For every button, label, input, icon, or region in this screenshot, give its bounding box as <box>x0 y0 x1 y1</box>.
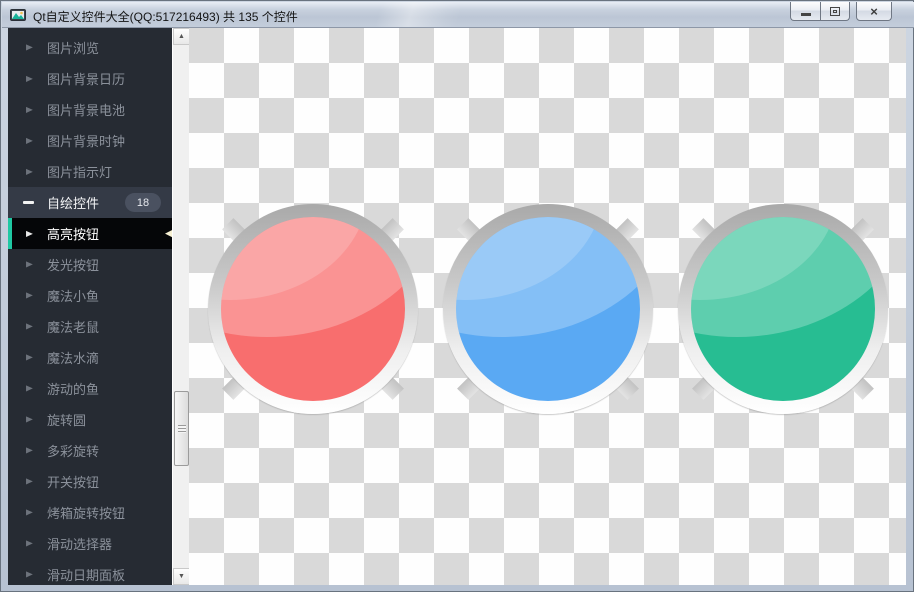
button-face <box>221 217 405 401</box>
chevron-right-icon: ▶ <box>26 445 33 455</box>
sidebar-item-picture-clock[interactable]: ▶ 图片背景时钟 <box>8 125 172 156</box>
chevron-right-icon: ▶ <box>26 321 33 331</box>
sidebar-item-label: 旋转圆 <box>47 413 87 428</box>
sidebar-item-slide-date-panel[interactable]: ▶ 滑动日期面板 <box>8 559 172 585</box>
canvas-area <box>189 28 906 585</box>
sidebar-item-magic-fish[interactable]: ▶ 魔法小鱼 <box>8 280 172 311</box>
gloss-highlight <box>221 217 405 337</box>
sidebar-item-highlight-button[interactable]: ▶ 高亮按钮 ◀ <box>8 218 172 249</box>
selected-accent-bar <box>8 218 12 249</box>
gloss-highlight <box>691 217 875 337</box>
collapse-minus-icon <box>23 201 34 204</box>
gloss-highlight <box>456 217 640 337</box>
sidebar-group-custom-widgets[interactable]: 自绘控件 18 <box>8 187 172 218</box>
chevron-right-icon: ▶ <box>26 352 33 362</box>
sidebar-item-label: 魔法小鱼 <box>47 289 100 304</box>
sidebar-item-slide-selector[interactable]: ▶ 滑动选择器 <box>8 528 172 559</box>
sidebar-item-picture-browse[interactable]: ▶ 图片浏览 <box>8 32 172 63</box>
sidebar-item-label: 图片浏览 <box>47 41 100 56</box>
chevron-right-icon: ▶ <box>26 569 33 579</box>
sidebar-item-label: 图片背景电池 <box>47 103 126 118</box>
sidebar-item-label: 多彩旋转 <box>47 444 100 459</box>
chevron-right-icon: ▶ <box>26 290 33 300</box>
sidebar-tree: ▶ 图片浏览 ▶ 图片背景日历 ▶ 图片背景电池 ▶ 图片背景时钟 ▶ 图片指示… <box>8 28 172 585</box>
chevron-right-icon: ▶ <box>26 42 33 52</box>
chevron-right-icon: ▶ <box>26 414 33 424</box>
chevron-right-icon: ▶ <box>26 259 33 269</box>
sidebar-item-label: 魔法水滴 <box>47 351 100 366</box>
button-face <box>456 217 640 401</box>
sidebar-item-swimming-fish[interactable]: ▶ 游动的鱼 <box>8 373 172 404</box>
scrollbar-grip-icon <box>178 425 186 433</box>
sidebar-item-label: 滑动日期面板 <box>47 568 126 583</box>
maximize-button[interactable] <box>820 2 850 21</box>
minimize-button[interactable] <box>790 2 820 21</box>
title-bar[interactable]: Qt自定义控件大全(QQ:517216493) 共 135 个控件 × <box>2 2 914 28</box>
sidebar-item-label: 游动的鱼 <box>47 382 100 397</box>
app-icon <box>10 9 26 21</box>
maximize-icon <box>830 6 840 16</box>
sidebar-item-label: 图片指示灯 <box>47 165 113 180</box>
close-button[interactable]: × <box>856 2 892 21</box>
sidebar-item-label: 烤箱旋转按钮 <box>47 506 126 521</box>
highlight-button-blue[interactable] <box>443 204 653 414</box>
chevron-right-icon: ▶ <box>26 104 33 114</box>
sidebar-item-picture-battery[interactable]: ▶ 图片背景电池 <box>8 94 172 125</box>
highlight-button-green[interactable] <box>678 204 888 414</box>
app-window: Qt自定义控件大全(QQ:517216493) 共 135 个控件 × ▶ 图片… <box>0 0 914 592</box>
chevron-right-icon: ▶ <box>26 538 33 548</box>
sidebar-item-label: 图片背景日历 <box>47 72 126 87</box>
sidebar-item-colorful-rotation[interactable]: ▶ 多彩旋转 <box>8 435 172 466</box>
sidebar-item-label: 魔法老鼠 <box>47 320 100 335</box>
sidebar-item-picture-calendar[interactable]: ▶ 图片背景日历 <box>8 63 172 94</box>
sidebar-item-picture-indicator[interactable]: ▶ 图片指示灯 <box>8 156 172 187</box>
chevron-right-icon: ▶ <box>26 135 33 145</box>
scrollbar-thumb[interactable] <box>174 391 189 466</box>
sidebar-group-label: 自绘控件 <box>47 196 100 211</box>
highlight-button-red[interactable] <box>208 204 418 414</box>
button-face <box>691 217 875 401</box>
chevron-right-icon: ▶ <box>26 476 33 486</box>
chevron-right-icon: ▶ <box>26 507 33 517</box>
sidebar-item-label: 高亮按钮 <box>47 227 100 242</box>
selected-pointer-icon: ◀ <box>165 225 172 240</box>
sidebar-item-label: 滑动选择器 <box>47 537 113 552</box>
count-badge: 18 <box>125 193 161 212</box>
sidebar-item-oven-knob[interactable]: ▶ 烤箱旋转按钮 <box>8 497 172 528</box>
chevron-right-icon: ▶ <box>26 383 33 393</box>
app-body: ▶ 图片浏览 ▶ 图片背景日历 ▶ 图片背景电池 ▶ 图片背景时钟 ▶ 图片指示… <box>8 28 906 585</box>
sidebar-item-glow-button[interactable]: ▶ 发光按钮 <box>8 249 172 280</box>
chevron-right-icon: ▶ <box>26 228 33 238</box>
scroll-down-button[interactable]: ▼ <box>173 568 190 585</box>
sidebar-scrollbar[interactable]: ▲ ▼ <box>172 28 190 585</box>
chevron-right-icon: ▶ <box>26 73 33 83</box>
sidebar-item-label: 开关按钮 <box>47 475 100 490</box>
chevron-right-icon: ▶ <box>26 166 33 176</box>
sidebar-item-label: 发光按钮 <box>47 258 100 273</box>
sidebar-item-magic-drop[interactable]: ▶ 魔法水滴 <box>8 342 172 373</box>
sidebar-item-rotating-circle[interactable]: ▶ 旋转圆 <box>8 404 172 435</box>
sidebar-item-switch-button[interactable]: ▶ 开关按钮 <box>8 466 172 497</box>
window-controls: × <box>790 2 892 21</box>
minimize-icon <box>800 12 811 16</box>
sidebar-item-magic-mouse[interactable]: ▶ 魔法老鼠 <box>8 311 172 342</box>
window-title: Qt自定义控件大全(QQ:517216493) 共 135 个控件 <box>33 10 298 24</box>
sidebar-item-label: 图片背景时钟 <box>47 134 126 149</box>
scroll-up-button[interactable]: ▲ <box>173 28 190 45</box>
